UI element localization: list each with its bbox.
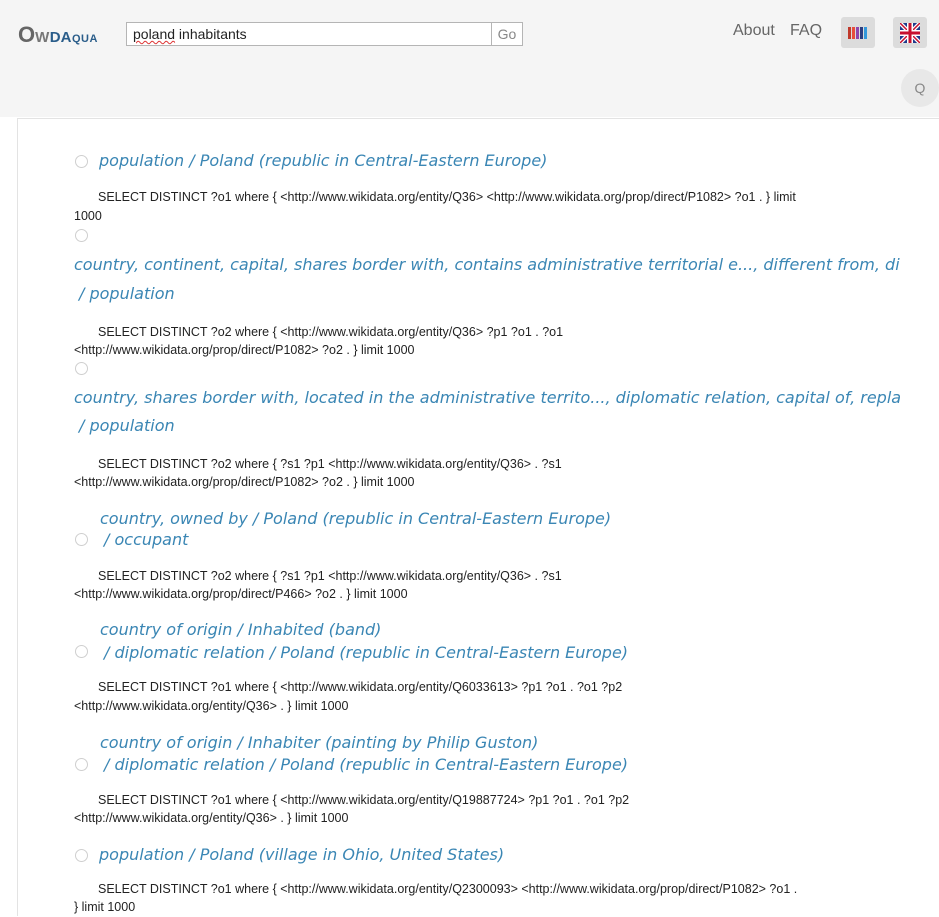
sparql-query-cont: <http://www.wikidata.org/prop/direct/P46… xyxy=(74,587,408,601)
sparql-query-cont: <http://www.wikidata.org/entity/Q36> . }… xyxy=(74,811,349,825)
sparql-query-cont: } limit 1000 xyxy=(74,900,136,914)
search-misspelled-word: poland xyxy=(133,26,176,42)
about-link[interactable]: About xyxy=(733,22,775,40)
sparql-query-cont: 1000 xyxy=(74,209,102,223)
logo-letter-d: D xyxy=(49,29,61,46)
result-title-cont[interactable]: / population xyxy=(79,284,175,304)
result-title-cont[interactable]: / occupant xyxy=(104,530,188,550)
search-value-rest: inhabitants xyxy=(175,26,247,42)
sparql-query: SELECT DISTINCT ?o2 where { <http://www.… xyxy=(98,325,564,339)
qanswer-logo[interactable]: O W D Aqua xyxy=(18,22,98,48)
colored-bars-icon xyxy=(848,26,867,39)
result-radio[interactable] xyxy=(75,645,88,658)
q-button[interactable]: Q xyxy=(901,69,939,107)
uk-flag-icon xyxy=(900,22,920,43)
sparql-query: SELECT DISTINCT ?o2 where { ?s1 ?p1 <htt… xyxy=(98,569,562,583)
sparql-query-cont: <http://www.wikidata.org/prop/direct/P10… xyxy=(74,343,415,357)
result-title-cont[interactable]: / diplomatic relation / Poland (republic… xyxy=(104,755,628,775)
logo-letter-o: O xyxy=(18,22,36,47)
result-title[interactable]: population / Poland (republic in Central… xyxy=(99,151,547,171)
result-title[interactable]: country of origin / Inhabiter (painting … xyxy=(100,733,538,753)
result-title-cont[interactable]: / diplomatic relation / Poland (republic… xyxy=(104,643,628,663)
logo-letter-w: W xyxy=(35,29,50,46)
result-title[interactable]: country, continent, capital, shares bord… xyxy=(74,255,900,275)
language-button[interactable] xyxy=(893,17,927,48)
result-radio[interactable] xyxy=(75,155,88,168)
knowledge-base-button[interactable] xyxy=(841,17,875,48)
result-radio[interactable] xyxy=(75,533,88,546)
sparql-query: SELECT DISTINCT ?o2 where { ?s1 ?p1 <htt… xyxy=(98,457,562,471)
result-title[interactable]: country of origin / Inhabited (band) xyxy=(100,620,381,640)
result-title-cont[interactable]: / population xyxy=(79,416,175,436)
go-button[interactable]: Go xyxy=(491,22,523,46)
result-radio[interactable] xyxy=(75,362,88,375)
result-title[interactable]: country, owned by / Poland (republic in … xyxy=(100,509,611,529)
sparql-query-cont: <http://www.wikidata.org/prop/direct/P10… xyxy=(74,475,415,489)
sparql-query-cont: <http://www.wikidata.org/entity/Q36> . }… xyxy=(74,699,349,713)
top-bar: O W D Aqua poland inhabitants Go About FAQ … xyxy=(0,0,939,117)
faq-link[interactable]: FAQ xyxy=(790,22,822,40)
result-title[interactable]: country, shares border with, located in … xyxy=(74,388,901,408)
result-radio[interactable] xyxy=(75,849,88,862)
sparql-query: SELECT DISTINCT ?o1 where { <http://www.… xyxy=(98,882,798,896)
logo-word-aqua: Aqua xyxy=(60,29,98,46)
search-input[interactable]: poland inhabitants xyxy=(126,22,492,46)
result-radio[interactable] xyxy=(75,758,88,771)
result-radio[interactable] xyxy=(75,229,88,242)
result-title[interactable]: population / Poland (village in Ohio, Un… xyxy=(99,845,504,865)
sparql-query: SELECT DISTINCT ?o1 where { <http://www.… xyxy=(98,680,623,694)
sparql-query: SELECT DISTINCT ?o1 where { <http://www.… xyxy=(98,190,796,204)
sparql-query: SELECT DISTINCT ?o1 where { <http://www.… xyxy=(98,793,630,807)
